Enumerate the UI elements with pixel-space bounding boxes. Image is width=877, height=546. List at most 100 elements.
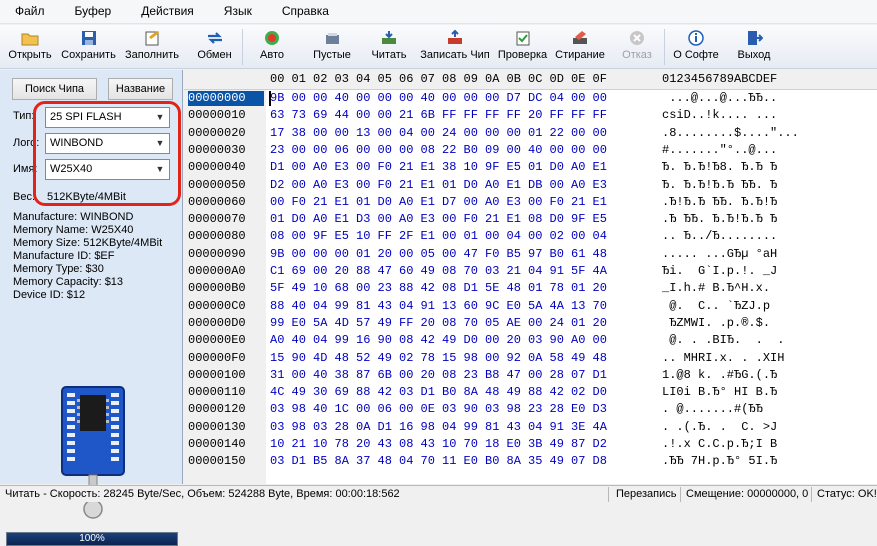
toolbar-button-read[interactable]: Читать [363,25,415,69]
hex-byte[interactable]: 9F [313,229,327,243]
hex-byte[interactable]: 18 [485,437,499,451]
hex-byte[interactable]: 07 [571,454,585,468]
hex-byte[interactable]: 73 [292,108,306,122]
hex-byte[interactable]: E1 [593,160,607,174]
hex-byte[interactable]: 43 [421,437,435,451]
hex-byte[interactable]: 05 [485,316,499,330]
hex-byte[interactable]: 40 [292,299,306,313]
hex-byte[interactable]: E3 [421,212,435,226]
toolbar-button-save[interactable]: Сохранить [60,25,117,69]
hex-byte[interactable]: 63 [270,108,284,122]
hex-row[interactable]: 00000010 63 73 69 44 00 00 21 6B FF FF FF FF 20 FF FF FF… [184,107,877,124]
hex-byte[interactable]: 00 [528,368,542,382]
hex-byte[interactable]: E5 [507,160,521,174]
hex-row[interactable]: 00000090 9B 00 00 00 01 20 00 05 00 47 F0 B5 97 B0 61 48… [184,246,877,263]
hex-byte[interactable]: 00 [356,402,370,416]
hex-byte[interactable]: 02 [550,229,564,243]
hex-byte[interactable]: 01 [528,160,542,174]
hex-byte[interactable]: 20 [593,281,607,295]
hex-row[interactable]: 00000040 D1 00 A0 E3 00 F0 21 E1 38 10 9F E5 01 D0 A0 E1… [184,159,877,176]
hex-byte[interactable]: 00 [313,126,327,140]
hex-byte[interactable]: 87 [356,368,370,382]
hex-byte[interactable]: D2 [593,437,607,451]
hex-byte[interactable]: 4A [593,264,607,278]
hex-byte[interactable]: 16 [399,420,413,434]
hex-byte[interactable]: 13 [356,126,370,140]
hex-byte[interactable]: 98 [292,420,306,434]
hex-byte[interactable]: D7 [442,195,456,209]
hex-byte[interactable]: 42 [421,281,435,295]
hex-byte[interactable]: 08 [442,264,456,278]
hex-byte[interactable]: 00 [593,126,607,140]
hex-byte[interactable]: B0 [464,143,478,157]
hex-byte[interactable]: 08 [421,143,435,157]
toolbar-button-info[interactable]: О Софте [665,25,727,69]
hex-byte[interactable]: 40 [528,143,542,157]
hex-byte[interactable]: E3 [593,178,607,192]
hex-byte[interactable]: 78 [421,351,435,365]
hex-byte[interactable]: FF [442,108,456,122]
hex-byte[interactable]: 42 [421,333,435,347]
hex-byte[interactable]: 40 [292,333,306,347]
hex-byte[interactable]: 08 [399,437,413,451]
hex-byte[interactable]: D0 [464,178,478,192]
hex-byte[interactable]: 81 [356,299,370,313]
hex-byte[interactable]: A0 [313,160,327,174]
hex-row[interactable]: 00000060 00 F0 21 E1 01 D0 A0 E1 D7 00 A0 E3 00 F0 21 E1… [184,194,877,211]
hex-byte[interactable]: D7 [507,91,521,105]
hex-byte[interactable]: 49 [571,351,585,365]
hex-byte[interactable]: 00 [528,195,542,209]
hex-byte[interactable]: 00 [313,264,327,278]
hex-byte[interactable]: 00 [356,91,370,105]
hex-byte[interactable]: 35 [528,454,542,468]
hex-byte[interactable]: E5 [335,229,349,243]
hex-byte[interactable]: AE [507,316,521,330]
hex-byte[interactable]: 00 [421,126,435,140]
hex-byte[interactable]: 0A [528,351,542,365]
hex-byte[interactable]: D3 [356,212,370,226]
hex-byte[interactable]: 00 [292,229,306,243]
hex-byte[interactable]: 05 [421,247,435,261]
hex-byte[interactable]: 10 [356,229,370,243]
hex-row[interactable]: 00000070 01 D0 A0 E1 D3 00 A0 E3 00 F0 21 E1 08 D0 9F E5… [184,211,877,228]
hex-byte[interactable]: 10 [464,160,478,174]
hex-byte[interactable]: 22 [550,126,564,140]
hex-row[interactable]: 000000B0 5F 49 10 68 00 23 88 42 08 D1 5E 48 01 78 01 20… [184,280,877,297]
hex-byte[interactable]: 43 [378,437,392,451]
hex-byte[interactable]: 81 [485,420,499,434]
name-button[interactable]: Название [108,78,173,100]
hex-byte[interactable]: 47 [507,368,521,382]
hex-byte[interactable]: 00 [378,212,392,226]
hex-row[interactable]: 00000130 03 98 03 28 0A D1 16 98 04 99 81 43 04 91 3E 4A… [184,419,877,436]
hex-byte[interactable]: 90 [550,333,564,347]
hex-byte[interactable]: 01 [356,195,370,209]
hex-row[interactable]: 00000120 03 98 40 1C 00 06 00 0E 03 90 03 98 23 28 E0 D3… [184,401,877,418]
hex-byte[interactable]: 00 [485,351,499,365]
hex-byte[interactable]: 00 [313,143,327,157]
hex-byte[interactable]: D0 [593,385,607,399]
hex-byte[interactable]: 00 [485,229,499,243]
hex-byte[interactable]: 78 [335,437,349,451]
hex-byte[interactable]: 04 [507,229,521,243]
hex-byte[interactable]: E1 [593,195,607,209]
hex-byte[interactable]: 01 [528,126,542,140]
hex-editor[interactable]: 00 01 02 03 04 05 06 07 08 09 0A 0B 0C 0D 0E 0F 01234567… [184,70,877,484]
hex-byte[interactable]: DC [528,91,542,105]
hex-byte[interactable]: 40 [421,91,435,105]
hex-byte[interactable]: A0 [399,195,413,209]
hex-byte[interactable]: 04 [550,91,564,105]
hex-byte[interactable]: 49 [292,385,306,399]
hex-byte[interactable]: 42 [550,385,564,399]
hex-byte[interactable]: D0 [550,160,564,174]
hex-byte[interactable]: 5A [528,299,542,313]
hex-byte[interactable]: 04 [313,333,327,347]
hex-byte[interactable]: 48 [507,281,521,295]
search-chip-button[interactable]: Поиск Чипа [12,78,97,100]
hex-byte[interactable]: 08 [442,316,456,330]
hex-byte[interactable]: 04 [399,126,413,140]
menu-item-1[interactable]: Буфер [60,0,127,24]
hex-byte[interactable]: 20 [593,316,607,330]
hex-byte[interactable]: E0 [464,454,478,468]
hex-byte[interactable]: 99 [464,420,478,434]
hex-byte[interactable]: 03 [528,333,542,347]
